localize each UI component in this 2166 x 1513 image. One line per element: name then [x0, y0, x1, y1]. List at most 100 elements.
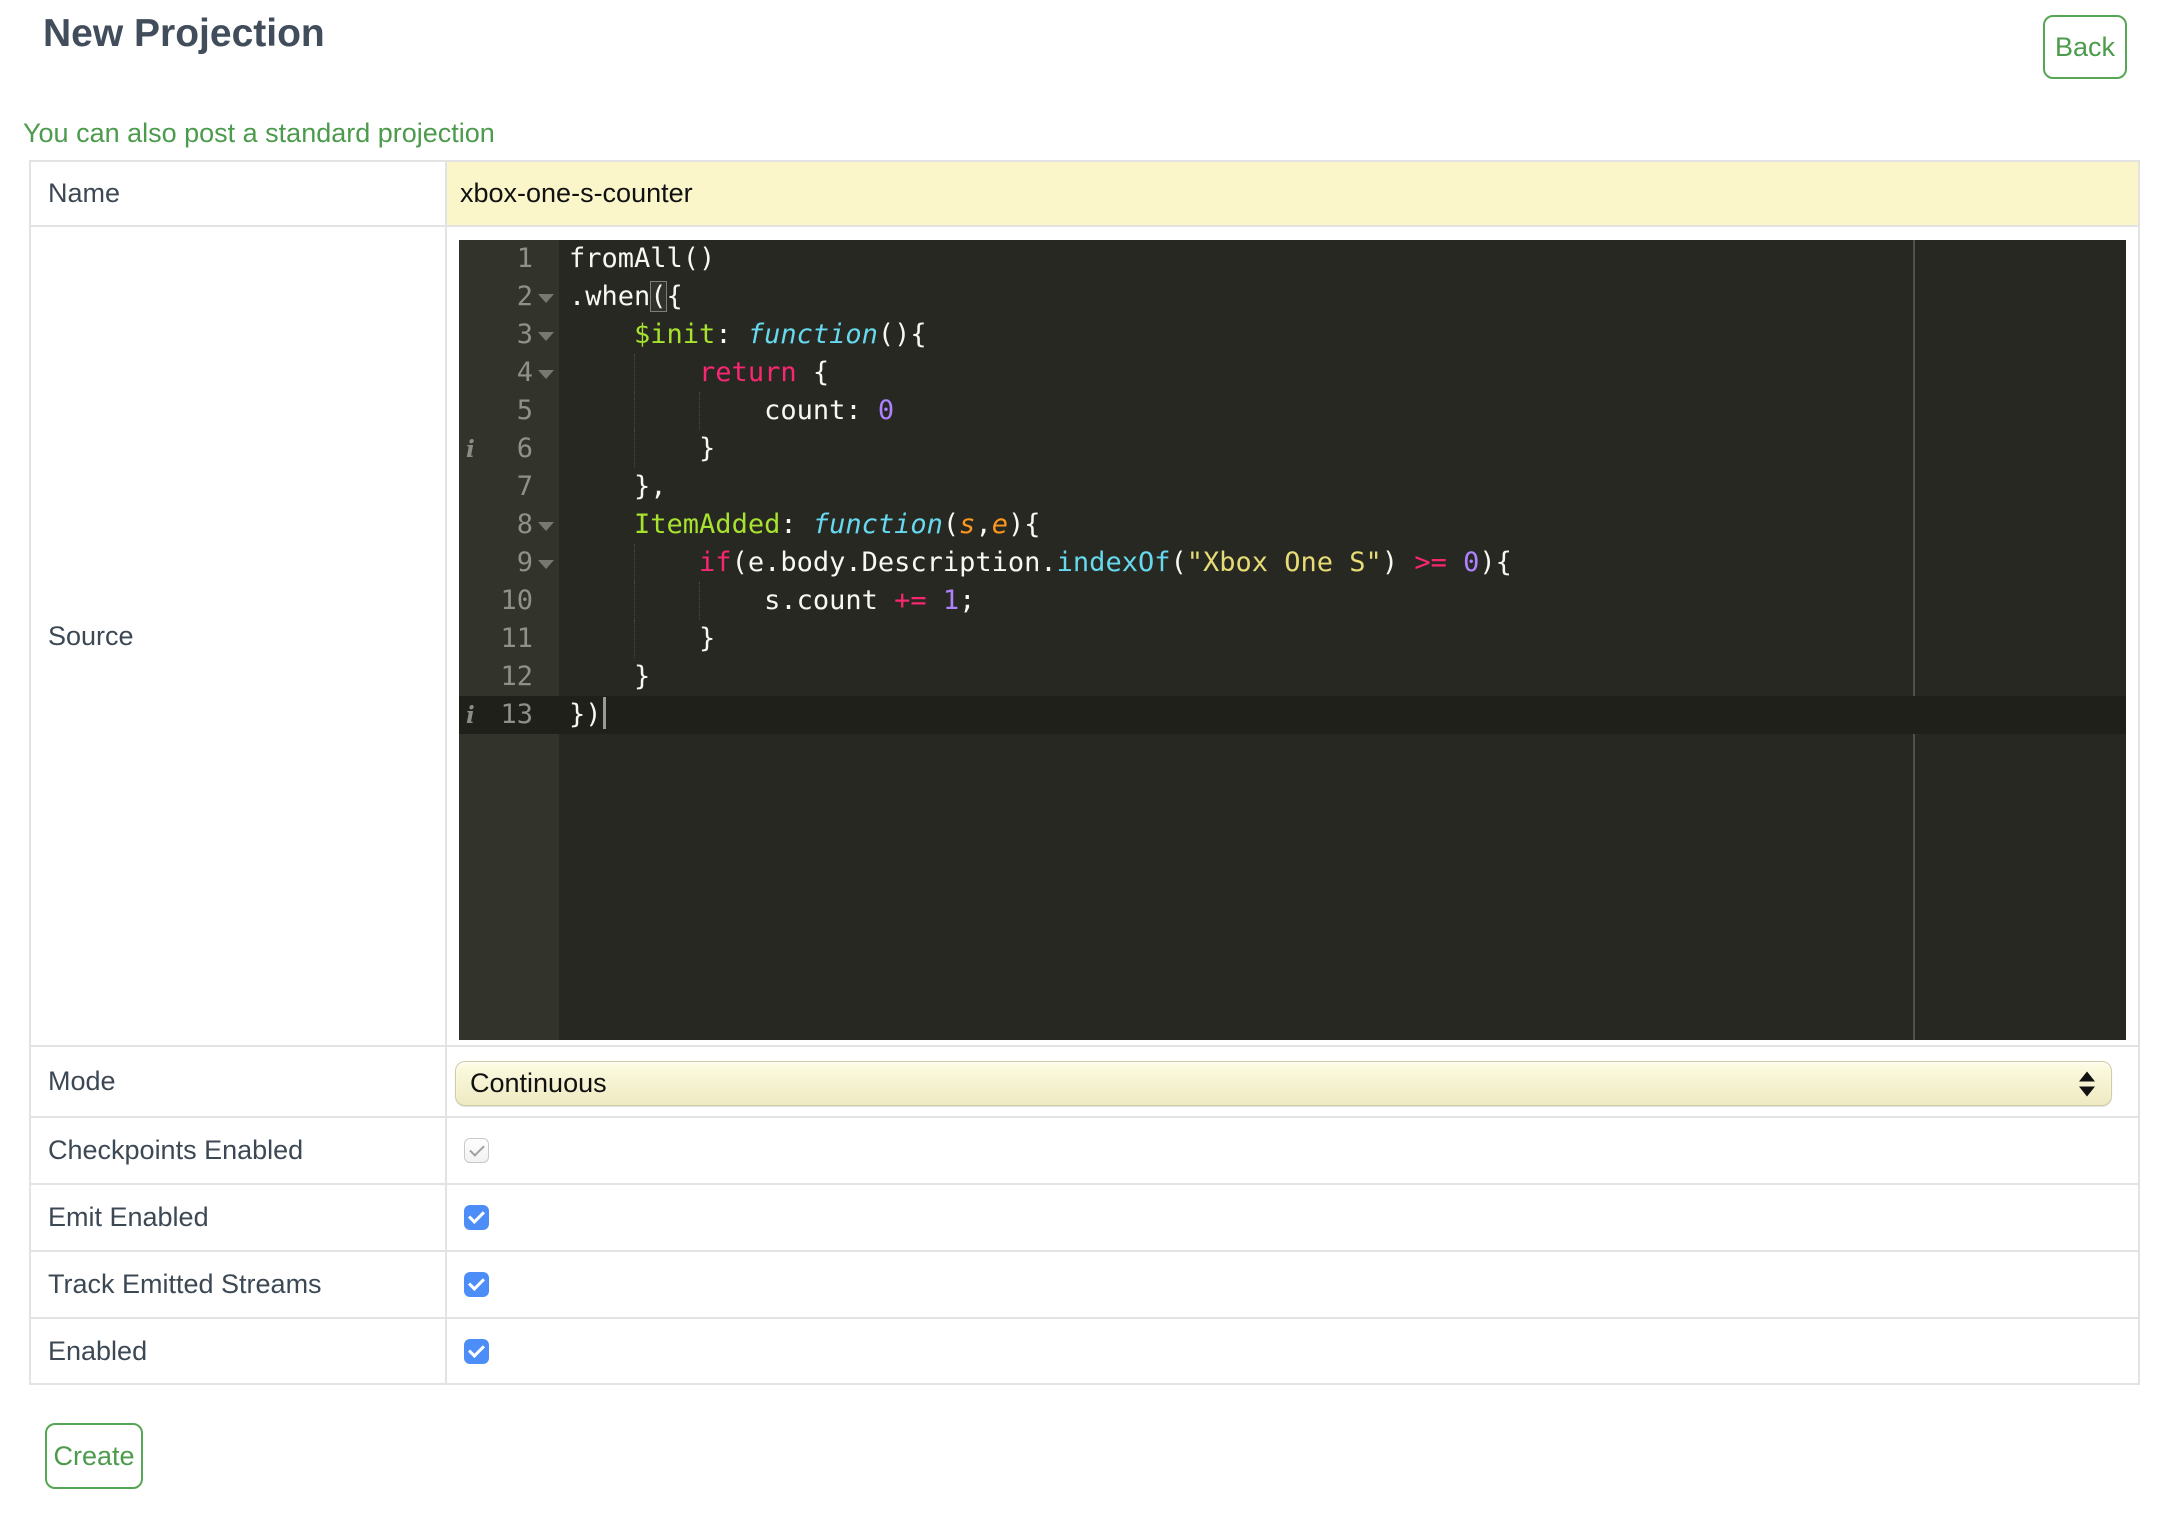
enabled-checkbox[interactable]	[464, 1338, 489, 1364]
create-button[interactable]: Create	[45, 1423, 143, 1489]
arrow-up-icon	[2079, 1071, 2095, 1081]
editor-line[interactable]: 9 if(e.body.Description.indexOf("Xbox On…	[459, 544, 2126, 582]
emit-enabled-checkbox[interactable]	[464, 1205, 489, 1230]
editor-line[interactable]: i6 }	[459, 430, 2126, 468]
indent-guide	[634, 392, 636, 430]
text-cursor	[602, 697, 606, 729]
line-number: 11	[500, 623, 533, 654]
info-annotation-icon: i	[466, 701, 475, 729]
gutter-cell: 11	[459, 620, 559, 658]
gutter-cell: 9	[459, 544, 559, 582]
emit-enabled-label: Emit Enabled	[31, 1185, 447, 1250]
back-button[interactable]: Back	[2043, 15, 2127, 79]
code-line-text: })	[559, 696, 2126, 734]
editor-line[interactable]: i 13})	[459, 696, 2126, 734]
editor-line[interactable]: 2 .when({	[459, 278, 2126, 316]
code-line-text: return {	[559, 354, 2126, 392]
indent-guide	[634, 620, 636, 658]
source-row: Source 1 fromAll() 2 .when({ 3 $init: functi…	[31, 227, 2138, 1047]
name-label: Name	[31, 162, 447, 225]
arrow-down-icon	[2079, 1086, 2095, 1096]
editor-lines: 1 fromAll() 2 .when({3 $init: function(){4 …	[459, 240, 2126, 734]
line-number: 8	[516, 509, 533, 540]
line-number: 5	[516, 395, 533, 426]
enabled-cell	[447, 1319, 2138, 1383]
line-number: 3	[516, 319, 533, 350]
track-emitted-streams-cell	[447, 1252, 2138, 1317]
mode-select-value: Continuous	[470, 1068, 607, 1098]
line-number: 9	[516, 547, 533, 578]
editor-line[interactable]: 4 return {	[459, 354, 2126, 392]
gutter-cell: 5	[459, 392, 559, 430]
mode-select[interactable]: Continuous	[455, 1061, 2112, 1106]
code-line-text: $init: function(){	[634, 319, 927, 350]
code-line-text: },	[569, 471, 667, 502]
indent-guide	[699, 582, 701, 620]
gutter-cell: 7	[459, 468, 559, 506]
gutter-cell: 8	[459, 506, 559, 544]
indent-guide	[634, 544, 636, 582]
gutter-cell: 4	[459, 354, 559, 392]
mode-row: Mode Continuous	[31, 1047, 2138, 1118]
editor-line[interactable]: 7 },	[459, 468, 2126, 506]
source-value-cell: 1 fromAll() 2 .when({3 $init: function(){4 …	[447, 227, 2138, 1045]
gutter-cell: 2	[459, 278, 559, 316]
indent-guide	[634, 354, 636, 392]
mode-value-cell: Continuous	[447, 1047, 2138, 1116]
code-line-text: .when({	[569, 281, 683, 312]
code-line-text: count: 0	[559, 392, 2126, 430]
editor-line[interactable]: 8 ItemAdded: function(s,e){	[459, 506, 2126, 544]
fold-arrow-icon[interactable]	[533, 519, 559, 531]
fold-arrow-icon[interactable]	[533, 367, 559, 379]
line-number: 4	[516, 357, 533, 388]
line-number: 10	[500, 585, 533, 616]
editor-line[interactable]: 3 $init: function(){	[459, 316, 2126, 354]
checkpoints-enabled-row: Checkpoints Enabled	[31, 1118, 2138, 1185]
code-line-text: if(e.body.Description.indexOf("Xbox One …	[559, 544, 2126, 582]
enabled-row: Enabled	[31, 1319, 2138, 1383]
editor-line[interactable]: 10 s.count += 1;	[459, 582, 2126, 620]
projection-form-table: Name Source 1 fromAll() 2 .when({ 3 $init: f…	[29, 160, 2140, 1385]
code-line-text: ItemAdded: function(s,e){	[634, 509, 1041, 540]
line-number: 7	[516, 471, 533, 502]
gutter-cell: 10	[459, 582, 559, 620]
editor-line[interactable]: 11 }	[459, 620, 2126, 658]
source-code-editor[interactable]: 1 fromAll() 2 .when({3 $init: function(){4 …	[459, 240, 2126, 1040]
line-number: 13	[500, 699, 533, 730]
standard-projection-link[interactable]: You can also post a standard projection	[23, 116, 495, 150]
gutter-cell: i 13	[459, 696, 559, 734]
editor-line[interactable]: 5 count: 0	[459, 392, 2126, 430]
gutter-cell: i6	[459, 430, 559, 468]
code-line-text: s.count += 1;	[559, 582, 2126, 620]
name-row: Name	[31, 162, 2138, 227]
enabled-label: Enabled	[31, 1319, 447, 1383]
mode-label: Mode	[31, 1047, 447, 1116]
checkpoints-enabled-cell	[447, 1118, 2138, 1183]
indent-guide	[634, 430, 636, 468]
indent-guide	[699, 392, 701, 430]
editor-line[interactable]: 12 }	[459, 658, 2126, 696]
track-emitted-streams-checkbox[interactable]	[464, 1272, 489, 1297]
code-line-text: }	[559, 430, 2126, 468]
indent-guide	[634, 582, 636, 620]
gutter-cell: 12	[459, 658, 559, 696]
line-number: 12	[500, 661, 533, 692]
emit-enabled-row: Emit Enabled	[31, 1185, 2138, 1252]
page-title: New Projection	[43, 12, 325, 55]
select-arrows-icon	[2079, 1071, 2095, 1096]
info-annotation-icon: i	[466, 435, 475, 463]
gutter-cell: 1	[459, 240, 559, 278]
line-number: 2	[516, 281, 533, 312]
line-number: 6	[516, 433, 533, 464]
track-emitted-streams-label: Track Emitted Streams	[31, 1252, 447, 1317]
name-input[interactable]	[447, 162, 2138, 225]
gutter-cell: 3	[459, 316, 559, 354]
checkpoints-enabled-label: Checkpoints Enabled	[31, 1118, 447, 1183]
fold-arrow-icon[interactable]	[533, 557, 559, 569]
source-label: Source	[31, 227, 447, 1045]
fold-arrow-icon[interactable]	[533, 291, 559, 303]
fold-arrow-icon[interactable]	[533, 329, 559, 341]
checkpoints-enabled-checkbox[interactable]	[464, 1138, 489, 1163]
editor-line[interactable]: 1 fromAll()	[459, 240, 2126, 278]
track-emitted-streams-row: Track Emitted Streams	[31, 1252, 2138, 1319]
